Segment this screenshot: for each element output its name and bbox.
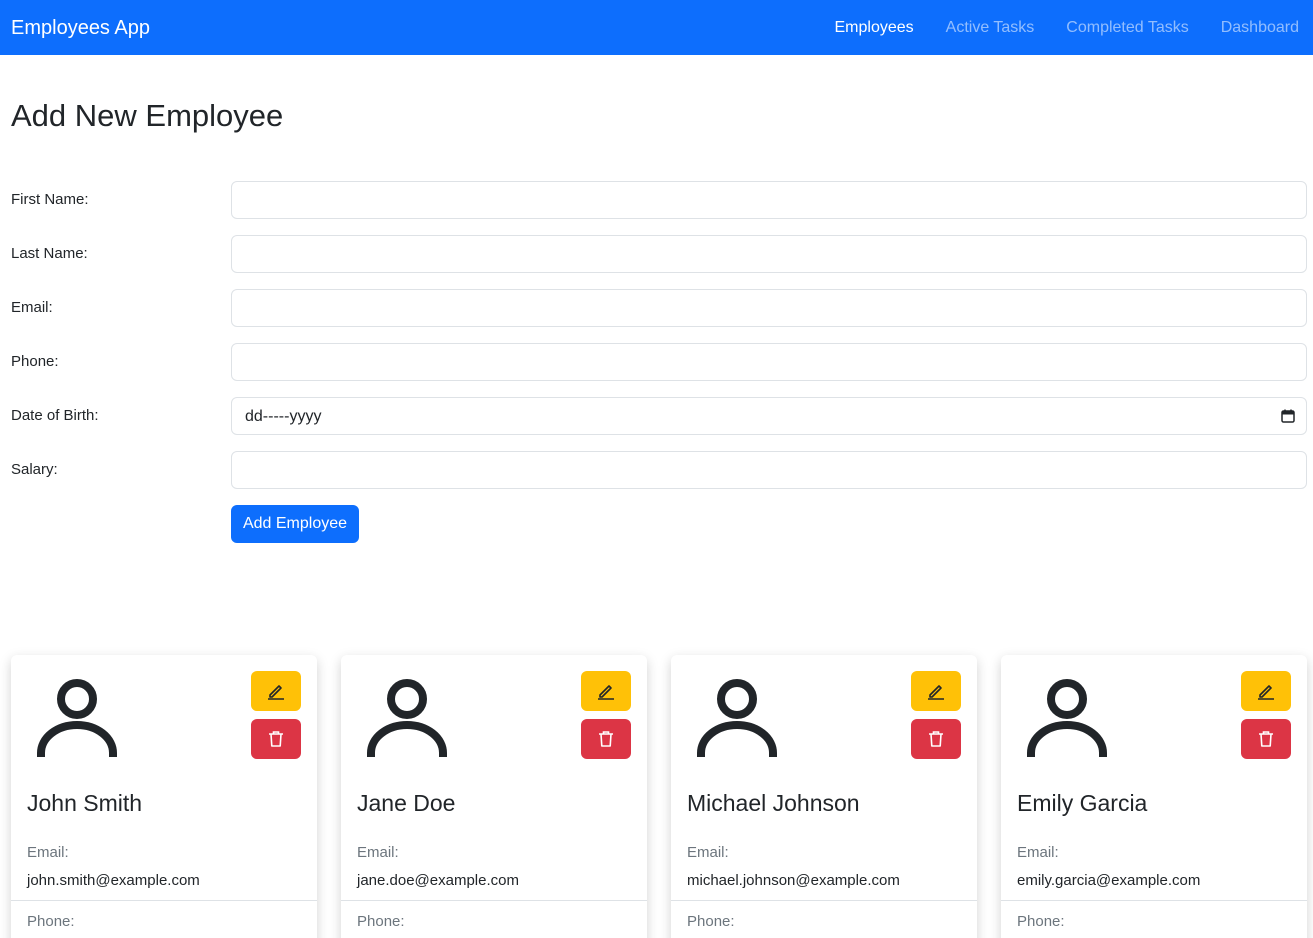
date-placeholder: dd-----yyyy <box>245 408 322 425</box>
pencil-icon <box>268 685 284 700</box>
form-row-email: Email: <box>11 289 1307 327</box>
divider <box>1001 900 1307 901</box>
person-icon <box>37 679 117 757</box>
pencil-icon <box>928 685 944 700</box>
divider <box>341 900 647 901</box>
employee-name: Emily Garcia <box>1017 790 1148 816</box>
email-value: emily.garcia@example.com <box>1017 872 1201 889</box>
nav-link-active-tasks[interactable]: Active Tasks <box>946 18 1035 38</box>
nav-link-dashboard[interactable]: Dashboard <box>1221 18 1299 38</box>
edit-button[interactable] <box>581 671 631 711</box>
employee-card: Emily Garcia Email: emily.garcia@example… <box>1001 655 1307 938</box>
email-field-label: Email: <box>27 844 69 861</box>
delete-button[interactable] <box>581 719 631 759</box>
employee-card: Jane Doe Email: jane.doe@example.com Pho… <box>341 655 647 938</box>
form-row-first-name: First Name: <box>11 181 1307 219</box>
delete-button[interactable] <box>911 719 961 759</box>
person-icon <box>697 679 777 757</box>
pencil-icon <box>1258 685 1274 700</box>
app-brand[interactable]: Employees App <box>11 15 150 41</box>
trash-icon <box>929 731 943 747</box>
employee-name: John Smith <box>27 790 143 816</box>
phone-input[interactable] <box>231 343 1307 381</box>
email-value: jane.doe@example.com <box>357 872 519 889</box>
employee-card: John Smith Email: john.smith@example.com… <box>11 655 317 938</box>
nav-link-employees[interactable]: Employees <box>835 18 914 38</box>
employee-name: Jane Doe <box>357 790 456 816</box>
email-field-label: Email: <box>1017 844 1059 861</box>
person-icon <box>367 679 447 757</box>
trash-icon <box>269 731 283 747</box>
phone-field-label: Phone: <box>27 913 75 930</box>
email-input[interactable] <box>231 289 1307 327</box>
form-row-date-of-birth: Date of Birth: dd-----yyyy <box>11 397 1307 435</box>
date-of-birth-input[interactable]: dd-----yyyy <box>231 397 1307 435</box>
edit-button[interactable] <box>251 671 301 711</box>
divider <box>671 900 977 901</box>
first-name-input[interactable] <box>231 181 1307 219</box>
trash-icon <box>1259 731 1273 747</box>
delete-button[interactable] <box>251 719 301 759</box>
employee-name: Michael Johnson <box>687 790 860 816</box>
email-value: john.smith@example.com <box>27 872 200 889</box>
salary-label: Salary: <box>11 461 58 478</box>
edit-button[interactable] <box>1241 671 1291 711</box>
email-field-label: Email: <box>687 844 729 861</box>
employee-card: Michael Johnson Email: michael.johnson@e… <box>671 655 977 938</box>
navbar: Employees App Employees Active Tasks Com… <box>0 0 1313 55</box>
salary-input[interactable] <box>231 451 1307 489</box>
last-name-input[interactable] <box>231 235 1307 273</box>
email-field-label: Email: <box>357 844 399 861</box>
phone-label: Phone: <box>11 353 59 370</box>
nav-links: Employees Active Tasks Completed Tasks D… <box>803 18 1300 38</box>
delete-button[interactable] <box>1241 719 1291 759</box>
page-title: Add New Employee <box>11 98 284 133</box>
form-row-last-name: Last Name: <box>11 235 1307 273</box>
person-icon <box>1027 679 1107 757</box>
form-row-phone: Phone: <box>11 343 1307 381</box>
first-name-label: First Name: <box>11 191 89 208</box>
last-name-label: Last Name: <box>11 245 88 262</box>
calendar-icon[interactable] <box>1281 409 1295 423</box>
pencil-icon <box>598 685 614 700</box>
divider <box>11 900 317 901</box>
date-of-birth-label: Date of Birth: <box>11 407 99 424</box>
email-label: Email: <box>11 299 53 316</box>
edit-button[interactable] <box>911 671 961 711</box>
trash-icon <box>599 731 613 747</box>
email-value: michael.johnson@example.com <box>687 872 900 889</box>
phone-field-label: Phone: <box>1017 913 1065 930</box>
add-employee-button[interactable]: Add Employee <box>231 505 359 543</box>
phone-field-label: Phone: <box>357 913 405 930</box>
form-row-salary: Salary: <box>11 451 1307 489</box>
nav-link-completed-tasks[interactable]: Completed Tasks <box>1066 18 1188 38</box>
phone-field-label: Phone: <box>687 913 735 930</box>
